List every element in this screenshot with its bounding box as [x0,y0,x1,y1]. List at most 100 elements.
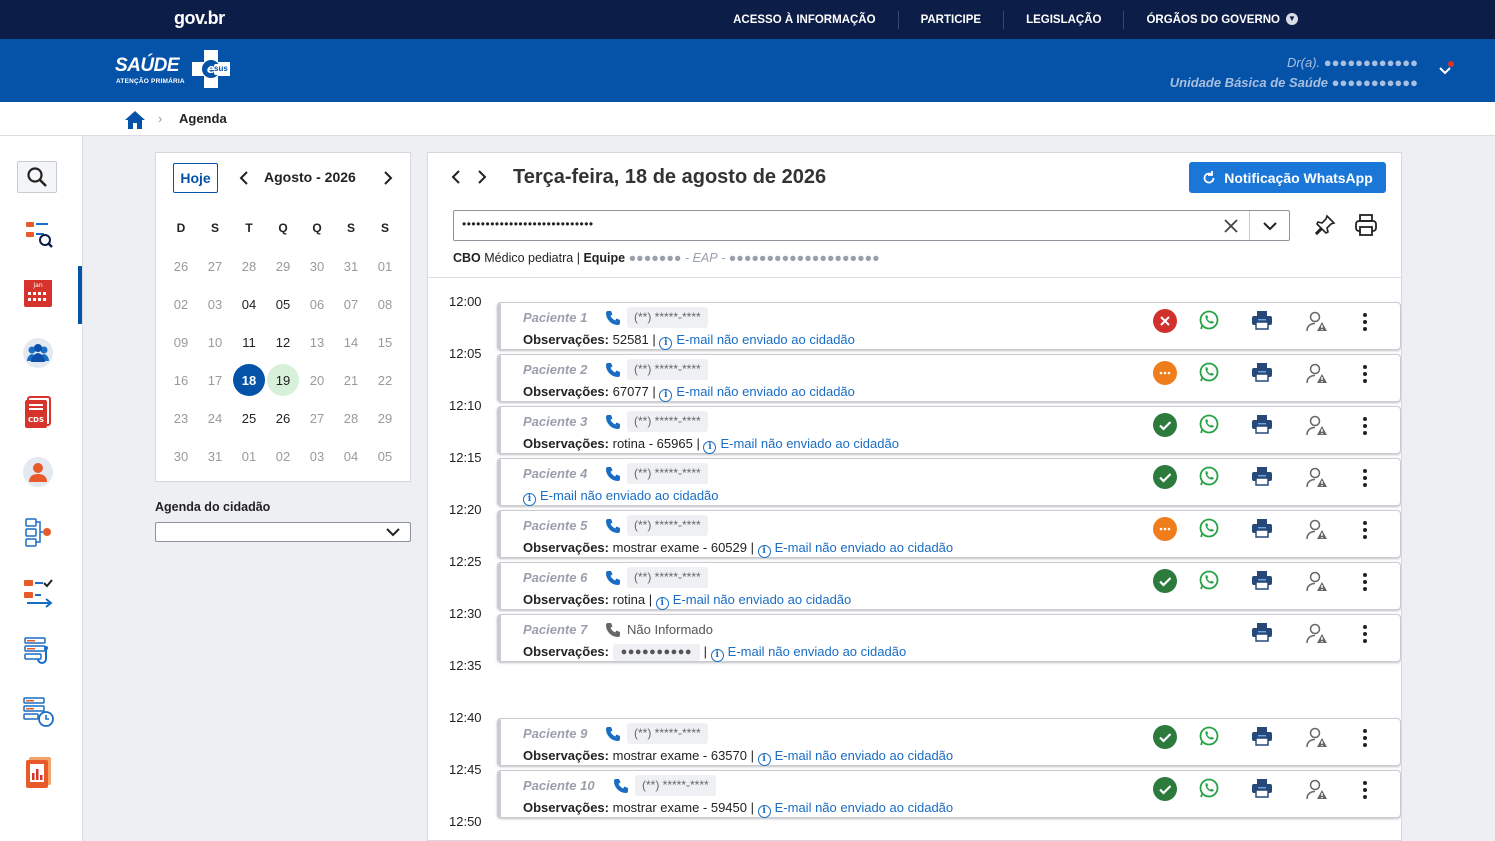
calendar-day[interactable]: 05 [368,441,402,471]
citizen-warning-button[interactable] [1306,466,1328,490]
calendar-day[interactable]: 06 [300,289,334,319]
whatsapp-button[interactable] [1198,517,1220,539]
calendar-day[interactable]: 03 [300,441,334,471]
calendar-day[interactable]: 30 [164,441,198,471]
patient-name[interactable]: Paciente 2 [523,362,587,377]
calendar-day[interactable]: 10 [198,327,232,357]
whatsapp-button[interactable] [1198,569,1220,591]
link-orgaos-governo[interactable]: ÓRGÃOS DO GOVERNO ▼ [1123,10,1320,29]
appointment-card[interactable]: Paciente 5 (**) *****-**** Observações: mo… [497,510,1401,558]
calendar-day[interactable]: 13 [300,327,334,357]
status-waiting-badge[interactable] [1153,517,1177,541]
more-options-button[interactable] [1356,726,1374,750]
whatsapp-button[interactable] [1198,777,1220,799]
email-status-note[interactable]: i E-mail não enviado ao cidadão [757,748,953,766]
citizen-agenda-select[interactable] [155,522,411,542]
patient-name[interactable]: Paciente 10 [523,778,595,793]
print-appointment-button[interactable] [1251,310,1273,330]
more-options-button[interactable] [1356,310,1374,334]
email-status-note[interactable]: i E-mail não enviado ao cidadão [710,644,906,662]
citizen-warning-button[interactable] [1306,362,1328,386]
email-status-note[interactable]: i E-mail não enviado ao cidadão [523,488,719,506]
today-button[interactable]: Hoje [173,163,218,193]
whatsapp-button[interactable] [1198,309,1220,331]
appointment-card[interactable]: Paciente 3 (**) *****-**** Observações: ro… [497,406,1401,454]
more-options-button[interactable] [1356,466,1374,490]
calendar-day[interactable]: 28 [232,251,266,281]
professional-dropdown-button[interactable] [1249,211,1289,240]
appointment-card[interactable]: Paciente 7 Não Informado Observações: ●●●●… [497,614,1401,662]
sidebar-item-reports[interactable] [18,752,58,792]
calendar-day[interactable]: 28 [334,403,368,433]
more-options-button[interactable] [1356,570,1374,594]
calendar-day[interactable]: 31 [334,251,368,281]
calendar-day[interactable]: 26 [164,251,198,281]
print-appointment-button[interactable] [1251,414,1273,434]
email-status-note[interactable]: i E-mail não enviado ao cidadão [655,592,851,610]
calendar-day[interactable]: 25 [232,403,266,433]
patient-name[interactable]: Paciente 3 [523,414,587,429]
sidebar-item-flow[interactable] [18,512,58,552]
calendar-day[interactable]: 19 [266,364,300,396]
sidebar-item-checklist[interactable] [18,572,58,612]
calendar-day[interactable]: 15 [368,327,402,357]
calendar-day[interactable]: 23 [164,403,198,433]
citizen-warning-button[interactable] [1306,518,1328,542]
calendar-day[interactable]: 27 [198,251,232,281]
calendar-day[interactable]: 26 [266,403,300,433]
patient-name[interactable]: Paciente 7 [523,622,587,637]
professional-select[interactable]: •••••••••••••••••••••••••••• [453,210,1290,241]
status-cancelled-badge[interactable] [1153,309,1177,333]
calendar-day[interactable]: 02 [266,441,300,471]
email-status-note[interactable]: i E-mail não enviado ao cidadão [703,436,899,454]
link-legislacao[interactable]: LEGISLAÇÃO [1003,10,1123,29]
print-icon[interactable] [1353,213,1379,237]
calendar-day[interactable]: 27 [300,403,334,433]
calendar-day[interactable]: 01 [232,441,266,471]
calendar-day[interactable]: 02 [164,289,198,319]
patient-name[interactable]: Paciente 5 [523,518,587,533]
calendar-day[interactable]: 14 [334,327,368,357]
calendar-day[interactable]: 30 [300,251,334,281]
citizen-warning-button[interactable] [1306,310,1328,334]
calendar-day[interactable]: 16 [164,365,198,395]
sidebar-item-medical-list[interactable] [18,632,58,672]
close-icon[interactable] [1221,216,1241,236]
sidebar-item-profile[interactable] [18,452,58,492]
whatsapp-button[interactable] [1198,725,1220,747]
appointment-card[interactable]: Paciente 1 (**) *****-**** Observações: 52… [497,302,1401,350]
more-options-button[interactable] [1356,414,1374,438]
email-status-note[interactable]: i E-mail não enviado ao cidadão [659,332,855,350]
status-confirmed-badge[interactable] [1153,777,1177,801]
calendar-day[interactable]: 22 [368,365,402,395]
email-status-note[interactable]: i E-mail não enviado ao cidadão [659,384,855,402]
patient-name[interactable]: Paciente 6 [523,570,587,585]
more-options-button[interactable] [1356,362,1374,386]
calendar-day[interactable]: 20 [300,365,334,395]
print-appointment-button[interactable] [1251,362,1273,382]
appointment-card[interactable]: Paciente 10 (**) *****-**** Observações: m… [497,770,1401,818]
status-confirmed-badge[interactable] [1153,465,1177,489]
calendar-day[interactable]: 11 [232,327,266,357]
gov-logo[interactable]: gov.br [174,8,225,29]
chevron-left-icon[interactable] [448,167,464,187]
sidebar-item-cds[interactable]: CDS [18,392,58,432]
status-confirmed-badge[interactable] [1153,725,1177,749]
more-options-button[interactable] [1356,518,1374,542]
chevron-left-icon[interactable] [234,165,254,191]
calendar-day[interactable]: 03 [198,289,232,319]
sidebar-item-scheduled-list[interactable] [18,692,58,732]
whatsapp-button[interactable] [1198,465,1220,487]
calendar-day[interactable]: 24 [198,403,232,433]
more-options-button[interactable] [1356,622,1374,646]
sidebar-item-citizen-search[interactable] [18,214,58,254]
calendar-day[interactable]: 05 [266,289,300,319]
sidebar-item-group[interactable] [18,333,58,373]
calendar-day[interactable]: 29 [266,251,300,281]
pin-icon[interactable] [1313,213,1337,237]
whatsapp-button[interactable] [1198,361,1220,383]
citizen-warning-button[interactable] [1306,622,1328,646]
calendar-day[interactable]: 04 [334,441,368,471]
print-appointment-button[interactable] [1251,466,1273,486]
calendar-day[interactable]: 01 [368,251,402,281]
